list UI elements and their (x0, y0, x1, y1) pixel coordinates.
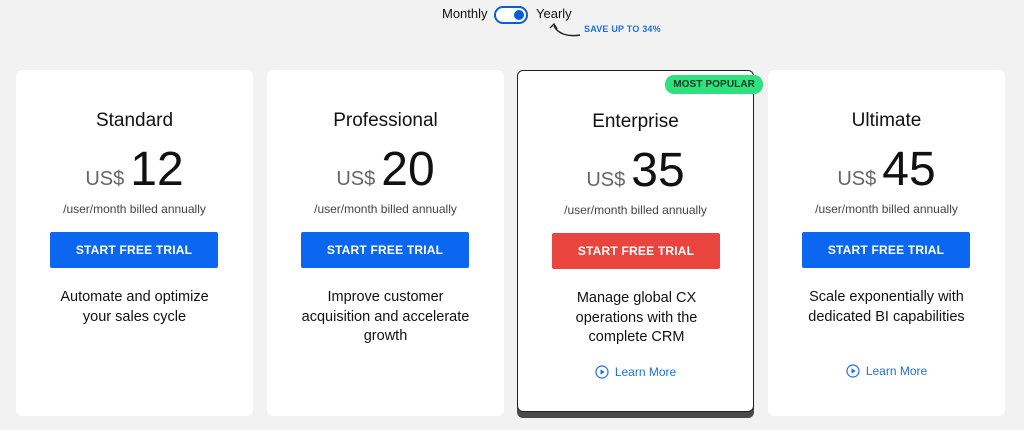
start-free-trial-button[interactable]: START FREE TRIAL (50, 232, 218, 268)
price-currency: US$ (85, 168, 125, 190)
billing-toggle-row: Monthly Yearly SAVE UP TO 34% (0, 4, 1024, 37)
plan-price: US$ 45 (768, 142, 1005, 198)
plan-name: Professional (333, 110, 438, 131)
plan-description: Scale exponentially with dedicated BI ca… (808, 289, 965, 325)
plan-name: Ultimate (851, 110, 922, 131)
price-amount: 20 (381, 143, 435, 196)
plan-card-standard: Standard US$ 12 /user/month billed annua… (16, 70, 253, 416)
switch-knob (514, 10, 524, 20)
learn-more-link[interactable]: Learn More (518, 365, 753, 379)
plan-description: Improve customer acquisition and acceler… (301, 289, 470, 344)
price-amount: 12 (130, 143, 184, 196)
billing-period-switch[interactable] (494, 6, 528, 24)
most-popular-badge: MOST POPULAR (665, 75, 763, 94)
plan-price: US$ 12 (16, 142, 253, 198)
price-currency: US$ (837, 168, 877, 190)
price-currency: US$ (586, 169, 626, 191)
learn-more-label: Learn More (865, 364, 928, 378)
play-circle-icon (846, 364, 860, 378)
learn-more-label: Learn More (614, 365, 677, 379)
plan-price: US$ 20 (267, 142, 504, 198)
billing-note: /user/month billed annually (815, 202, 958, 216)
yearly-label[interactable]: Yearly (536, 6, 572, 21)
price-currency: US$ (336, 168, 376, 190)
start-free-trial-button[interactable]: START FREE TRIAL (802, 232, 970, 268)
plan-card-enterprise: MOST POPULAR Enterprise US$ 35 /user/mon… (517, 70, 763, 412)
plan-name: Enterprise (592, 111, 679, 132)
billing-note: /user/month billed annually (314, 202, 457, 216)
curved-arrow-icon (549, 22, 581, 37)
plan-description: Automate and optimize your sales cycle (60, 289, 209, 325)
monthly-label[interactable]: Monthly (442, 6, 488, 21)
price-amount: 45 (882, 143, 936, 196)
plan-name: Standard (95, 110, 174, 131)
billing-note: /user/month billed annually (63, 202, 206, 216)
plan-card-professional: Professional US$ 20 /user/month billed a… (267, 70, 504, 416)
billing-note: /user/month billed annually (564, 203, 707, 217)
plan-card-ultimate: Ultimate US$ 45 /user/month billed annua… (768, 70, 1005, 416)
save-note: SAVE UP TO 34% (584, 24, 661, 34)
start-free-trial-button[interactable]: START FREE TRIAL (552, 233, 720, 269)
price-amount: 35 (631, 144, 685, 197)
plan-description: Manage global CX operations with the com… (575, 290, 698, 345)
start-free-trial-button[interactable]: START FREE TRIAL (301, 232, 469, 268)
learn-more-link[interactable]: Learn More (768, 364, 1005, 378)
plan-price: US$ 35 (518, 143, 753, 199)
play-circle-icon (595, 365, 609, 379)
